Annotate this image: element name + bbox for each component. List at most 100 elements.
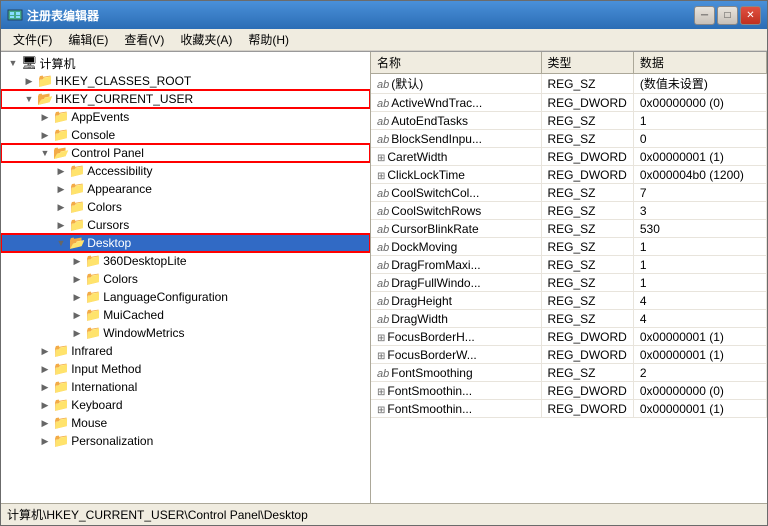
folder-icon-console: 📁 xyxy=(53,127,69,143)
tree-label-accessibility: Accessibility xyxy=(87,164,152,178)
cell-data: 1 xyxy=(633,256,766,274)
menu-help[interactable]: 帮助(H) xyxy=(240,29,297,50)
tree-label-computer: 计算机 xyxy=(40,55,76,72)
tree-item-appevents[interactable]: ▶ 📁 AppEvents xyxy=(1,108,370,126)
table-row[interactable]: ⊞FocusBorderW... REG_DWORD 0x00000001 (1… xyxy=(371,346,767,364)
content-area: ▼ 🖥 计算机 ▶ 📁 HKEY_CLASSES_ROOT ▼ 📂 HKEY_C… xyxy=(1,51,767,503)
table-row[interactable]: abDragFullWindo... REG_SZ 1 xyxy=(371,274,767,292)
tree-item-hkcr[interactable]: ▶ 📁 HKEY_CLASSES_ROOT xyxy=(1,72,370,90)
cell-name: abCoolSwitchCol... xyxy=(371,184,541,202)
value-name: CursorBlinkRate xyxy=(391,222,478,236)
tree-item-inputmethod[interactable]: ▶ 📁 Input Method xyxy=(1,360,370,378)
expand-icon-inputmethod: ▶ xyxy=(37,361,53,377)
tree-item-international[interactable]: ▶ 📁 International xyxy=(1,378,370,396)
value-name: FontSmoothin... xyxy=(387,384,472,398)
tree-label-controlpanel: Control Panel xyxy=(71,146,144,160)
table-row[interactable]: abCursorBlinkRate REG_SZ 530 xyxy=(371,220,767,238)
table-row[interactable]: abCoolSwitchCol... REG_SZ 7 xyxy=(371,184,767,202)
table-row[interactable]: abBlockSendInpu... REG_SZ 0 xyxy=(371,130,767,148)
tree-item-cursors[interactable]: ▶ 📁 Cursors xyxy=(1,216,370,234)
value-name: DragWidth xyxy=(391,312,448,326)
tree-item-desktop[interactable]: ▼ 📂 Desktop xyxy=(1,234,370,252)
tree-label-keyboard: Keyboard xyxy=(71,398,122,412)
value-name: DragFromMaxi... xyxy=(391,258,480,272)
col-header-name: 名称 xyxy=(371,52,541,74)
tree-item-mouse[interactable]: ▶ 📁 Mouse xyxy=(1,414,370,432)
cell-type: REG_SZ xyxy=(541,364,633,382)
cell-name: abDragFromMaxi... xyxy=(371,256,541,274)
tree-label-inputmethod: Input Method xyxy=(71,362,141,376)
cell-type: REG_DWORD xyxy=(541,148,633,166)
tree-label-infrared: Infrared xyxy=(71,344,112,358)
menu-file[interactable]: 文件(F) xyxy=(5,29,60,50)
expand-icon-hkcr: ▶ xyxy=(21,73,37,89)
folder-icon-accessibility: 📁 xyxy=(69,163,85,179)
tree-item-keyboard[interactable]: ▶ 📁 Keyboard xyxy=(1,396,370,414)
close-button[interactable]: ✕ xyxy=(740,6,761,25)
cell-data: 0x00000001 (1) xyxy=(633,346,766,364)
tree-item-muicached[interactable]: ▶ 📁 MuiCached xyxy=(1,306,370,324)
col-header-data: 数据 xyxy=(633,52,766,74)
tree-item-hkcu[interactable]: ▼ 📂 HKEY_CURRENT_USER xyxy=(1,90,370,108)
tree-item-windowmetrics[interactable]: ▶ 📁 WindowMetrics xyxy=(1,324,370,342)
cell-name: abBlockSendInpu... xyxy=(371,130,541,148)
table-row[interactable]: abAutoEndTasks REG_SZ 1 xyxy=(371,112,767,130)
expand-icon-langconfig: ▶ xyxy=(69,289,85,305)
table-row[interactable]: abDragHeight REG_SZ 4 xyxy=(371,292,767,310)
cell-name: ab(默认) xyxy=(371,74,541,94)
tree-item-appearance[interactable]: ▶ 📁 Appearance xyxy=(1,180,370,198)
value-name: ClickLockTime xyxy=(387,168,465,182)
tree-label-colors: Colors xyxy=(87,200,122,214)
registry-table: 名称 类型 数据 ab(默认) REG_SZ (数值未设置) abActiveW… xyxy=(371,52,767,418)
value-name: FocusBorderH... xyxy=(387,330,474,344)
cell-name: abDockMoving xyxy=(371,238,541,256)
minimize-button[interactable]: ─ xyxy=(694,6,715,25)
tree-label-personalization: Personalization xyxy=(71,434,153,448)
tree-item-infrared[interactable]: ▶ 📁 Infrared xyxy=(1,342,370,360)
tree-item-desktop-colors[interactable]: ▶ 📁 Colors xyxy=(1,270,370,288)
expand-icon-computer: ▼ xyxy=(5,55,21,71)
table-row[interactable]: ⊞CaretWidth REG_DWORD 0x00000001 (1) xyxy=(371,148,767,166)
cell-type: REG_SZ xyxy=(541,74,633,94)
tree-item-computer[interactable]: ▼ 🖥 计算机 xyxy=(1,54,370,72)
menu-edit[interactable]: 编辑(E) xyxy=(60,29,116,50)
value-name: DragHeight xyxy=(391,294,452,308)
value-name: CoolSwitchRows xyxy=(391,204,481,218)
status-path: 计算机\HKEY_CURRENT_USER\Control Panel\Desk… xyxy=(7,506,308,523)
table-row[interactable]: abActiveWndTrac... REG_DWORD 0x00000000 … xyxy=(371,94,767,112)
expand-icon-infrared: ▶ xyxy=(37,343,53,359)
cell-name: abActiveWndTrac... xyxy=(371,94,541,112)
table-row[interactable]: ⊞FontSmoothin... REG_DWORD 0x00000001 (1… xyxy=(371,400,767,418)
tree-item-controlpanel[interactable]: ▼ 📂 Control Panel xyxy=(1,144,370,162)
table-row[interactable]: abDragFromMaxi... REG_SZ 1 xyxy=(371,256,767,274)
folder-icon-appevents: 📁 xyxy=(53,109,69,125)
registry-tree: ▼ 🖥 计算机 ▶ 📁 HKEY_CLASSES_ROOT ▼ 📂 HKEY_C… xyxy=(1,52,370,452)
table-row[interactable]: abCoolSwitchRows REG_SZ 3 xyxy=(371,202,767,220)
table-row[interactable]: ⊞FocusBorderH... REG_DWORD 0x00000001 (1… xyxy=(371,328,767,346)
table-row[interactable]: abFontSmoothing REG_SZ 2 xyxy=(371,364,767,382)
menu-favorites[interactable]: 收藏夹(A) xyxy=(172,29,240,50)
folder-icon-cursors: 📁 xyxy=(69,217,85,233)
menu-view[interactable]: 查看(V) xyxy=(116,29,172,50)
table-row[interactable]: ⊞ClickLockTime REG_DWORD 0x000004b0 (120… xyxy=(371,166,767,184)
tree-item-colors[interactable]: ▶ 📁 Colors xyxy=(1,198,370,216)
table-row[interactable]: abDragWidth REG_SZ 4 xyxy=(371,310,767,328)
table-row[interactable]: ⊞FontSmoothin... REG_DWORD 0x00000000 (0… xyxy=(371,382,767,400)
tree-item-accessibility[interactable]: ▶ 📁 Accessibility xyxy=(1,162,370,180)
tree-item-langconfig[interactable]: ▶ 📁 LanguageConfiguration xyxy=(1,288,370,306)
tree-label-langconfig: LanguageConfiguration xyxy=(103,290,228,304)
tree-item-360desktop[interactable]: ▶ 📁 360DesktopLite xyxy=(1,252,370,270)
value-name: CoolSwitchCol... xyxy=(391,186,479,200)
table-row[interactable]: abDockMoving REG_SZ 1 xyxy=(371,238,767,256)
value-name: CaretWidth xyxy=(387,150,447,164)
tree-panel[interactable]: ▼ 🖥 计算机 ▶ 📁 HKEY_CLASSES_ROOT ▼ 📂 HKEY_C… xyxy=(1,52,371,503)
cell-data: 0x00000001 (1) xyxy=(633,400,766,418)
tree-item-personalization[interactable]: ▶ 📁 Personalization xyxy=(1,432,370,450)
expand-icon-international: ▶ xyxy=(37,379,53,395)
cell-type: REG_SZ xyxy=(541,112,633,130)
cell-type: REG_SZ xyxy=(541,256,633,274)
maximize-button[interactable]: □ xyxy=(717,6,738,25)
folder-icon-langconfig: 📁 xyxy=(85,289,101,305)
tree-item-console[interactable]: ▶ 📁 Console xyxy=(1,126,370,144)
table-row[interactable]: ab(默认) REG_SZ (数值未设置) xyxy=(371,74,767,94)
